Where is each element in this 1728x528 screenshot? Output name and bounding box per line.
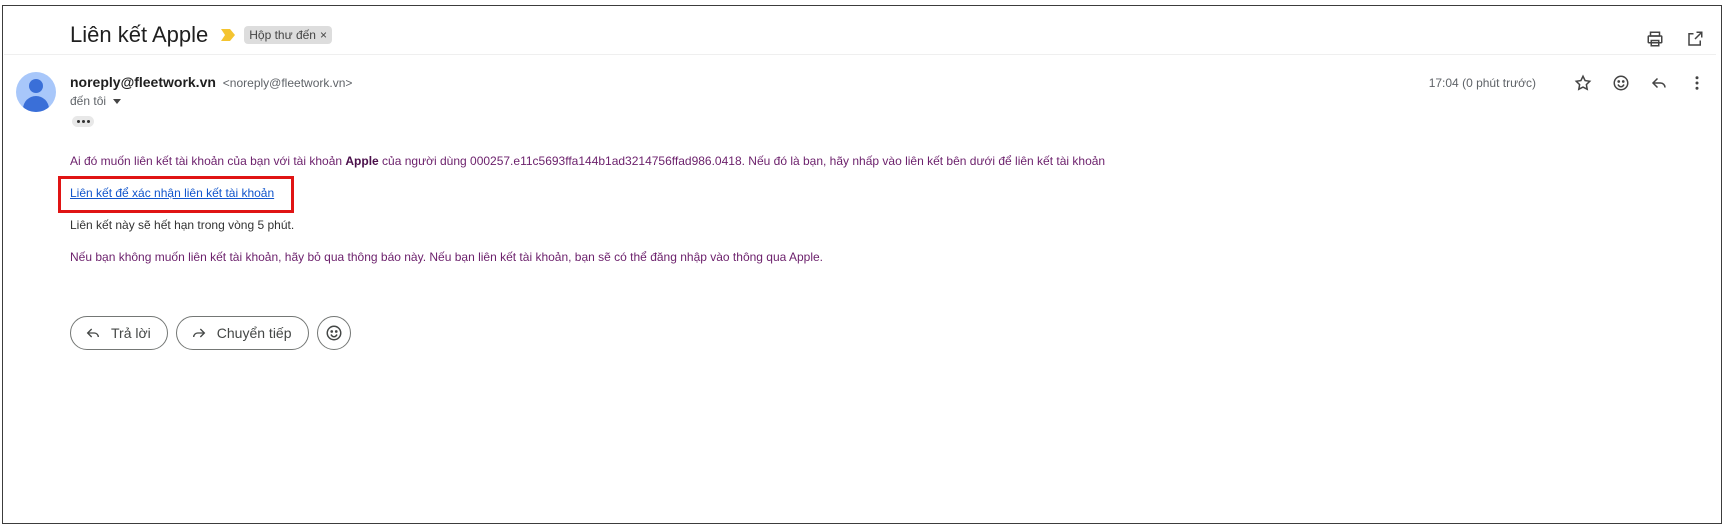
show-trimmed-content-button[interactable] [72, 116, 94, 127]
body-text-suffix: của người dùng 000257.e11c5693ffa144b1ad… [378, 154, 1106, 168]
forward-button-label: Chuyển tiếp [216, 325, 292, 341]
emoji-icon [326, 325, 341, 341]
message-time: 17:04 (0 phút trước) [1428, 76, 1536, 90]
email-subject: Liên kết Apple [70, 22, 209, 47]
chevron-down-icon[interactable] [113, 98, 122, 104]
message-meta: 17:04 (0 phút trước) [1429, 72, 1708, 94]
recipient-text: đến tôi [70, 94, 107, 108]
remove-label-icon[interactable]: × [320, 28, 327, 42]
reply-button[interactable]: Trả lời [70, 316, 168, 350]
label-chip-text: Hộp thư đến [249, 28, 316, 42]
star-icon[interactable] [1572, 72, 1594, 94]
sender-email: <noreply@fleetwork.vn> [222, 76, 353, 90]
sender-name[interactable]: noreply@fleetwork.vn [70, 74, 216, 90]
body-paragraph-3: Liên kết này sẽ hết hạn trong vòng 5 phú… [70, 218, 295, 232]
subject-row: Liên kết Apple Hộp thư đến × [70, 22, 332, 48]
label-chip-inbox: Hộp thư đến × [244, 26, 332, 44]
forward-button[interactable]: Chuyển tiếp [175, 316, 309, 350]
confirm-link[interactable]: Liên kết để xác nhận liên kết tài khoản [70, 186, 274, 200]
important-marker-icon[interactable] [220, 28, 236, 42]
emoji-reaction-button[interactable] [316, 316, 351, 350]
sender-line: noreply@fleetwork.vn <noreply@fleetwork.… [70, 74, 352, 90]
more-vert-icon[interactable] [1686, 72, 1708, 94]
body-paragraph-1: Ai đó muốn liên kết tài khoản của bạn vớ… [70, 154, 1105, 168]
reply-button-label: Trả lời [111, 325, 151, 341]
header-divider [4, 54, 1716, 55]
body-text-bold: Apple [345, 154, 379, 168]
open-in-new-icon[interactable] [1684, 28, 1706, 50]
forward-icon [192, 328, 206, 338]
message-actions: Trả lời Chuyển tiếp [70, 316, 351, 350]
reply-icon[interactable] [1648, 72, 1670, 94]
emoji-icon[interactable] [1610, 72, 1632, 94]
thread-toolbar [1644, 28, 1706, 50]
recipient-row[interactable]: đến tôi [70, 94, 122, 108]
print-icon[interactable] [1644, 28, 1666, 50]
body-paragraph-4: Nếu bạn không muốn liên kết tài khoản, h… [70, 250, 824, 264]
avatar[interactable] [16, 72, 56, 112]
body-text-prefix: Ai đó muốn liên kết tài khoản của bạn vớ… [70, 154, 346, 168]
reply-icon [86, 328, 99, 338]
